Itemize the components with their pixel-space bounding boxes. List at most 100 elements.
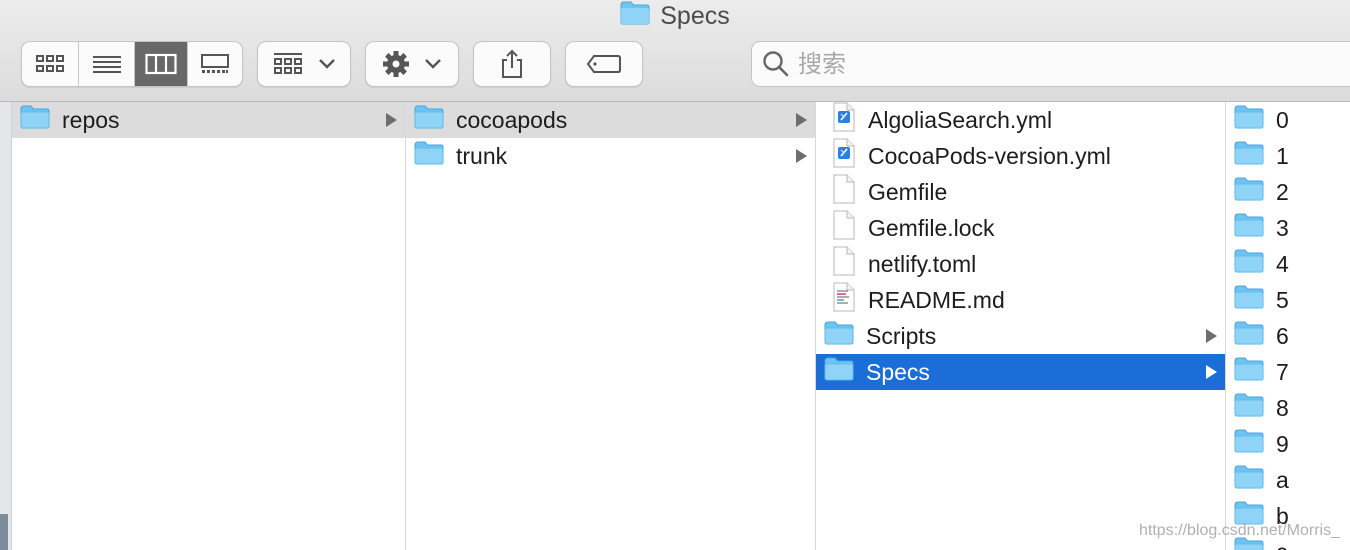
file-name: Gemfile.lock [868, 214, 995, 241]
file-name: 0 [1276, 106, 1289, 133]
gallery-view-button[interactable] [188, 42, 242, 86]
folder-icon [1234, 285, 1264, 315]
columns-icon [145, 53, 177, 75]
toolbar: Specs [0, 0, 1350, 102]
file-name: 4 [1276, 250, 1289, 277]
file-row[interactable]: Gemfile.lock [816, 210, 1225, 246]
view-mode-control [21, 41, 243, 87]
disclosure-arrow-icon [1206, 329, 1217, 343]
folder-icon [620, 1, 650, 32]
file-row[interactable]: 5 [1226, 282, 1350, 318]
file-row[interactable]: Gemfile [816, 174, 1225, 210]
folder-icon [1234, 249, 1264, 279]
file-row[interactable]: Scripts [816, 318, 1225, 354]
file-row[interactable]: trunk [406, 138, 815, 174]
tags-button[interactable] [565, 41, 643, 87]
browser-column-1[interactable]: repos [12, 102, 406, 550]
window-title-label: Specs [660, 1, 730, 30]
text-document-icon [832, 282, 856, 318]
file-row[interactable]: Specs [816, 354, 1225, 390]
document-icon [832, 246, 856, 282]
document-icon [832, 174, 856, 210]
gallery-icon [201, 54, 229, 73]
search-input[interactable] [798, 50, 1298, 78]
browser-column-4[interactable]: 0123456789abc [1226, 102, 1350, 550]
file-name: repos [62, 106, 120, 133]
file-row[interactable]: README.md [816, 282, 1225, 318]
file-row[interactable]: 7 [1226, 354, 1350, 390]
file-name: 2 [1276, 178, 1289, 205]
watermark: https://blog.csdn.net/Morris_ [1139, 522, 1340, 539]
file-name: a [1276, 466, 1289, 493]
sidebar-scrollbar[interactable] [0, 514, 8, 550]
folder-icon [20, 105, 50, 135]
folder-icon [1234, 357, 1264, 387]
icon-view-button[interactable] [22, 42, 79, 86]
file-name: Specs [866, 358, 930, 385]
search-icon [763, 51, 789, 77]
browser-column-2[interactable]: cocoapods trunk [406, 102, 816, 550]
folder-icon [1234, 141, 1264, 171]
file-name: CocoaPods-version.yml [868, 142, 1111, 169]
file-row[interactable]: AlgoliaSearch.yml [816, 102, 1225, 138]
file-row[interactable]: 0 [1226, 102, 1350, 138]
chevron-down-icon [319, 59, 335, 69]
folder-icon [1234, 393, 1264, 423]
file-name: netlify.toml [868, 250, 977, 277]
folder-icon [1234, 105, 1264, 135]
file-name: Scripts [866, 322, 937, 349]
group-grid-icon [274, 53, 302, 74]
file-name: 9 [1276, 430, 1289, 457]
list-lines-icon [92, 56, 121, 73]
file-row[interactable]: a [1226, 462, 1350, 498]
search-field[interactable] [751, 41, 1350, 87]
file-name: c [1276, 539, 1288, 550]
file-row[interactable]: 4 [1226, 246, 1350, 282]
folder-icon [1234, 465, 1264, 495]
disclosure-arrow-icon [386, 113, 397, 127]
file-row[interactable]: 9 [1226, 426, 1350, 462]
disclosure-arrow-icon [796, 113, 807, 127]
file-row[interactable]: 1 [1226, 138, 1350, 174]
xcode-document-icon [832, 102, 856, 138]
group-by-button[interactable] [257, 41, 351, 87]
gear-icon [383, 51, 409, 77]
file-name: 6 [1276, 322, 1289, 349]
folder-icon [824, 321, 854, 351]
file-row[interactable]: 6 [1226, 318, 1350, 354]
file-name: 5 [1276, 286, 1289, 313]
file-name: 7 [1276, 358, 1289, 385]
chevron-down-icon [425, 59, 441, 69]
action-button[interactable] [365, 41, 459, 87]
file-row[interactable]: 3 [1226, 210, 1350, 246]
file-row[interactable]: netlify.toml [816, 246, 1225, 282]
folder-icon [824, 357, 854, 387]
folder-icon [414, 141, 444, 171]
window-title: Specs [0, 1, 1350, 31]
share-icon [502, 49, 522, 78]
file-row[interactable]: cocoapods [406, 102, 815, 138]
folder-icon [414, 105, 444, 135]
file-row[interactable]: 8 [1226, 390, 1350, 426]
file-name: cocoapods [456, 106, 568, 133]
share-button[interactable] [473, 41, 551, 87]
file-row[interactable]: CocoaPods-version.yml [816, 138, 1225, 174]
file-name: trunk [456, 142, 508, 169]
column-view-button[interactable] [135, 42, 188, 86]
disclosure-arrow-icon [796, 149, 807, 163]
disclosure-arrow-icon [1206, 365, 1217, 379]
file-row[interactable]: 2 [1226, 174, 1350, 210]
sidebar-edge [0, 102, 12, 550]
file-row[interactable]: repos [12, 102, 405, 138]
folder-icon [1234, 213, 1264, 243]
folder-icon [1234, 177, 1264, 207]
browser-column-3[interactable]: AlgoliaSearch.yml CocoaPods-version.yml Ge… [816, 102, 1226, 550]
file-name: README.md [868, 286, 1005, 313]
document-icon [832, 210, 856, 246]
folder-icon [1234, 429, 1264, 459]
list-view-button[interactable] [79, 42, 135, 86]
file-name: 3 [1276, 214, 1289, 241]
file-name: AlgoliaSearch.yml [868, 106, 1053, 133]
tag-icon [586, 55, 621, 73]
xcode-document-icon [832, 138, 856, 174]
